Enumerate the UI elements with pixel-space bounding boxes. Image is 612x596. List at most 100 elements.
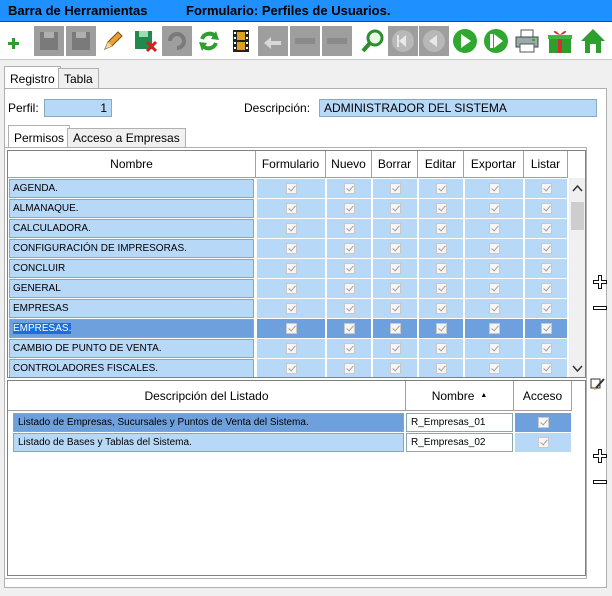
permission-checkbox[interactable] [389, 183, 401, 194]
permission-checkbox[interactable] [540, 283, 552, 294]
table-row[interactable]: CALCULADORA. [8, 219, 568, 239]
permission-checkbox[interactable] [488, 263, 500, 274]
print-button[interactable] [512, 26, 542, 56]
save-as-button[interactable] [66, 26, 96, 56]
permission-checkbox[interactable] [488, 203, 500, 214]
permission-checkbox[interactable] [540, 363, 552, 374]
refresh-button[interactable] [194, 26, 224, 56]
permission-checkbox[interactable] [343, 203, 355, 214]
permission-checkbox[interactable] [540, 243, 552, 254]
permission-checkbox[interactable] [488, 323, 500, 334]
remove-listado-icon[interactable] [592, 474, 608, 490]
column-header-formulario[interactable]: Formulario [256, 151, 326, 178]
permission-checkbox[interactable] [389, 363, 401, 374]
save-close-button[interactable] [130, 26, 160, 56]
table-row[interactable]: Listado de Bases y Tablas del Sistema. R_… [8, 433, 572, 452]
permission-checkbox[interactable] [343, 343, 355, 354]
listado-nombre-cell[interactable]: R_Empresas_02 [406, 433, 513, 452]
row-name-cell[interactable]: CALCULADORA. [9, 219, 254, 238]
permission-checkbox[interactable] [540, 203, 552, 214]
permission-checkbox[interactable] [488, 223, 500, 234]
last-record-button[interactable] [481, 26, 511, 56]
permission-checkbox[interactable] [285, 343, 297, 354]
save-button[interactable] [34, 26, 64, 56]
permission-checkbox[interactable] [488, 243, 500, 254]
permission-checkbox[interactable] [285, 323, 297, 334]
scroll-down-icon[interactable] [569, 363, 586, 375]
permission-checkbox[interactable] [343, 363, 355, 374]
table-row[interactable]: AGENDA. [8, 179, 568, 199]
column-header-borrar[interactable]: Borrar [372, 151, 418, 178]
permission-checkbox[interactable] [540, 223, 552, 234]
permission-checkbox[interactable] [540, 303, 552, 314]
film-button[interactable] [226, 26, 256, 56]
remove-row-icon[interactable] [592, 300, 608, 316]
vertical-scrollbar[interactable] [569, 178, 586, 377]
return-button[interactable] [258, 26, 288, 56]
permission-checkbox[interactable] [389, 243, 401, 254]
table-row[interactable]: EMPRESAS. [8, 319, 568, 339]
permission-checkbox[interactable] [285, 183, 297, 194]
scroll-up-icon[interactable] [569, 183, 586, 195]
permission-checkbox[interactable] [389, 223, 401, 234]
permission-checkbox[interactable] [285, 263, 297, 274]
column-header-nombre-listado[interactable]: Nombre ▲ [406, 381, 514, 411]
add-listado-icon[interactable] [592, 448, 608, 464]
permission-checkbox[interactable] [435, 323, 447, 334]
table-row[interactable]: CONTROLADORES FISCALES. [8, 359, 568, 377]
add-row-icon[interactable] [592, 274, 608, 290]
row-name-cell[interactable]: CAMBIO DE PUNTO DE VENTA. [9, 339, 254, 358]
permission-checkbox[interactable] [435, 243, 447, 254]
permission-checkbox[interactable] [343, 263, 355, 274]
listado-descripcion-cell[interactable]: Listado de Bases y Tablas del Sistema. [13, 433, 404, 452]
listado-nombre-cell[interactable]: R_Empresas_01 [406, 413, 513, 432]
next-record-button[interactable] [450, 26, 480, 56]
permission-checkbox[interactable] [389, 343, 401, 354]
perfil-field[interactable]: 1 [44, 99, 112, 117]
permission-checkbox[interactable] [285, 223, 297, 234]
column-header-editar[interactable]: Editar [418, 151, 464, 178]
previous-record-button[interactable] [419, 26, 449, 56]
permission-checkbox[interactable] [488, 303, 500, 314]
table-row[interactable]: CONCLUIR [8, 259, 568, 279]
permission-checkbox[interactable] [343, 323, 355, 334]
permission-checkbox[interactable] [389, 323, 401, 334]
permission-checkbox[interactable] [488, 363, 500, 374]
tab-registro[interactable]: Registro [4, 66, 61, 90]
tab-permisos[interactable]: Permisos [8, 125, 71, 149]
permission-checkbox[interactable] [343, 223, 355, 234]
permission-checkbox[interactable] [540, 343, 552, 354]
permission-checkbox[interactable] [285, 303, 297, 314]
permission-checkbox[interactable] [435, 183, 447, 194]
permission-checkbox[interactable] [285, 363, 297, 374]
blank-button-2[interactable] [322, 26, 352, 56]
permission-checkbox[interactable] [540, 263, 552, 274]
permission-checkbox[interactable] [389, 303, 401, 314]
permission-checkbox[interactable] [435, 203, 447, 214]
acceso-checkbox[interactable] [537, 437, 549, 448]
permission-checkbox[interactable] [343, 243, 355, 254]
permission-checkbox[interactable] [435, 223, 447, 234]
tab-tabla[interactable]: Tabla [58, 68, 99, 88]
row-name-cell[interactable]: EMPRESAS. [9, 319, 254, 338]
permission-checkbox[interactable] [285, 203, 297, 214]
row-name-cell[interactable]: CONFIGURACIÓN DE IMPRESORAS. [9, 239, 254, 258]
home-button[interactable] [578, 26, 608, 56]
row-name-cell[interactable]: AGENDA. [9, 179, 254, 198]
edit-button[interactable] [98, 26, 128, 56]
permission-checkbox[interactable] [488, 343, 500, 354]
column-header-acceso[interactable]: Acceso [514, 381, 572, 411]
permission-checkbox[interactable] [343, 183, 355, 194]
gift-button[interactable] [545, 26, 575, 56]
permission-checkbox[interactable] [435, 363, 447, 374]
column-header-nuevo[interactable]: Nuevo [326, 151, 372, 178]
permission-checkbox[interactable] [343, 283, 355, 294]
row-name-cell[interactable]: CONTROLADORES FISCALES. [9, 359, 254, 377]
table-row[interactable]: Listado de Empresas, Sucursales y Puntos… [8, 413, 572, 432]
row-name-cell[interactable]: ALMANAQUE. [9, 199, 254, 218]
row-name-cell[interactable]: GENERAL [9, 279, 254, 298]
permission-checkbox[interactable] [285, 243, 297, 254]
permission-checkbox[interactable] [389, 203, 401, 214]
permission-checkbox[interactable] [435, 343, 447, 354]
search-button[interactable] [358, 26, 388, 56]
